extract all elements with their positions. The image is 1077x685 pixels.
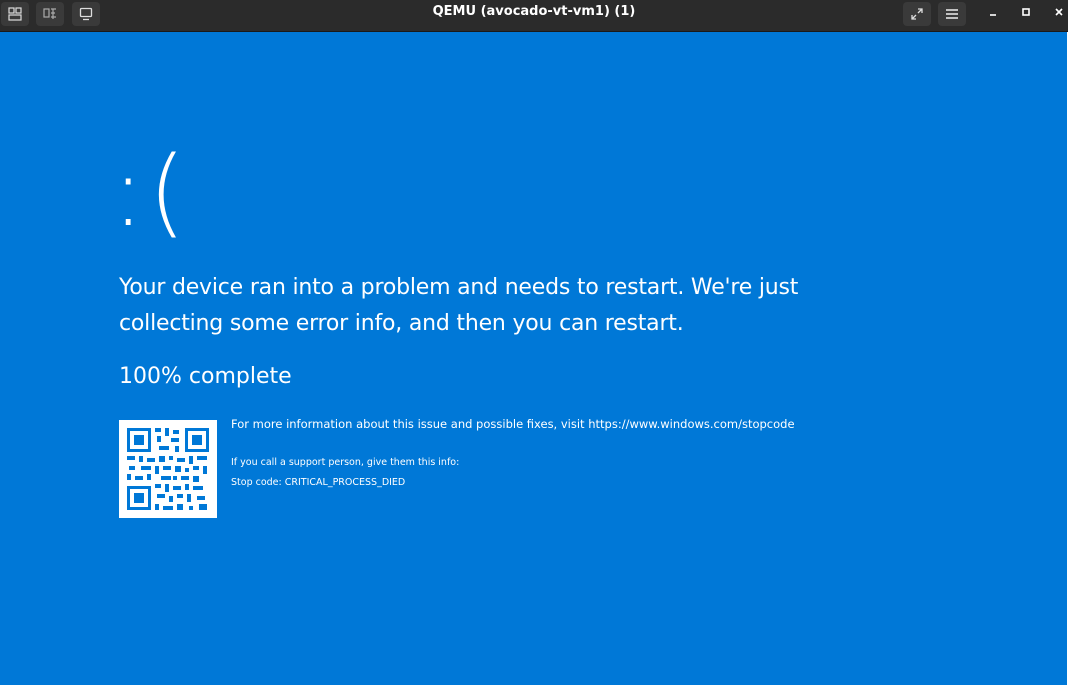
qr-code-icon — [119, 420, 217, 518]
error-message: Your device ran into a problem and needs… — [119, 275, 799, 336]
close-button[interactable] — [1044, 0, 1074, 24]
fullscreen-icon — [911, 8, 923, 20]
minimize-button[interactable] — [978, 0, 1008, 24]
sad-face: :( — [112, 136, 190, 248]
progress-text: 100% complete — [119, 364, 292, 389]
support-info: If you call a support person, give them … — [231, 457, 460, 468]
minimize-icon — [990, 14, 996, 16]
qemu-titlebar: QEMU (avocado-vt-vm1) (1) — [0, 0, 1068, 32]
menu-button[interactable] — [938, 2, 966, 26]
fullscreen-button[interactable] — [903, 2, 931, 26]
hamburger-menu-icon — [946, 9, 958, 19]
close-icon — [1055, 8, 1063, 16]
qr-code — [119, 420, 217, 518]
maximize-icon — [1022, 8, 1030, 16]
stop-code: Stop code: CRITICAL_PROCESS_DIED — [231, 477, 406, 488]
maximize-button[interactable] — [1011, 0, 1041, 24]
stopcode-info: For more information about this issue an… — [231, 417, 795, 431]
vm-display[interactable]: :( Your device ran into a problem and ne… — [0, 32, 1067, 685]
